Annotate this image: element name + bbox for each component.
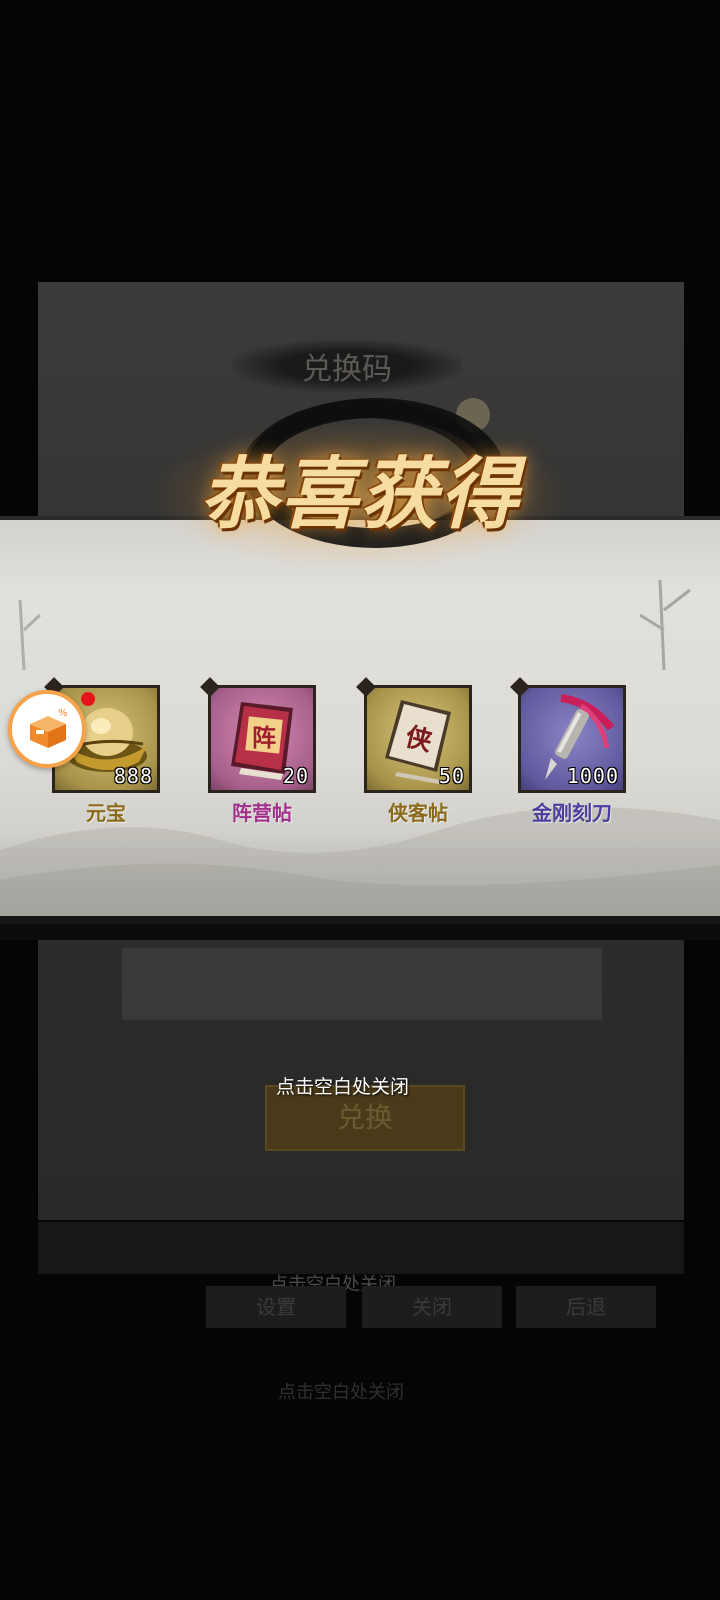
new-badge-dot [81,692,95,706]
reward-count: 20 [282,764,309,788]
banner-mist [0,830,720,920]
reward-item-carving-knife[interactable]: 1000 金刚刻刀 [510,677,626,826]
reward-item-camp-card[interactable]: 阵 20 阵营帖 [200,677,316,826]
reward-count: 50 [438,764,465,788]
svg-text:阵: 阵 [252,723,276,752]
reward-name: 元宝 [86,801,126,825]
reward-count: 1000 [566,764,619,788]
reward-frame: 1000 [510,677,626,793]
reward-item-hero-card[interactable]: 侠 50 侠客帖 [356,677,472,826]
banner-bottom-edge [0,916,720,924]
reward-name: 侠客帖 [388,801,448,825]
redeem-code-input [122,948,602,1020]
reward-frame: 阵 20 [200,677,316,793]
congratulations-title: 恭喜获得 [199,449,520,540]
reward-count: 888 [113,764,153,788]
svg-text:%: % [58,708,68,719]
background-close-hint-2: 点击空白处关闭 [278,1382,404,1403]
floating-assistant-button[interactable]: % [8,690,86,768]
background-tab-close: 关闭 [362,1286,502,1328]
close-hint: 点击空白处关闭 [276,1076,410,1098]
reward-name: 阵营帖 [232,801,292,825]
background-tab-settings: 设置 [206,1286,346,1328]
reward-frame: 侠 50 [356,677,472,793]
background-title: 兑换码 [302,352,392,387]
reward-name: 金刚刻刀 [532,801,612,825]
background-info-strip [38,1222,684,1274]
assistant-box-icon: % [30,708,68,748]
background-tab-back: 后退 [516,1286,656,1328]
